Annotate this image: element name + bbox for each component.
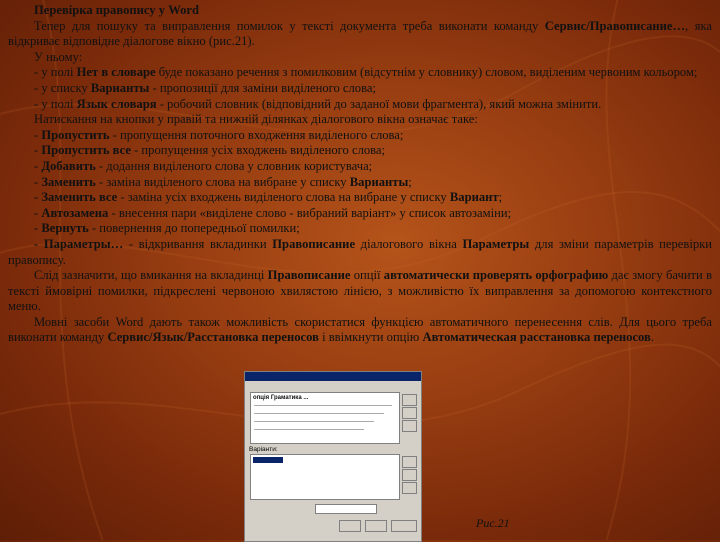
field-text: опція Граматика ... <box>253 395 309 401</box>
ignore-all-button[interactable] <box>402 407 417 419</box>
selected-variant <box>253 457 283 463</box>
variants-list[interactable] <box>250 454 400 500</box>
list-item: - Вернуть - повернення до попередньої по… <box>34 221 300 236</box>
paragraph-1: Тепер для пошуку та виправлення помилок … <box>8 18 713 49</box>
spelling-dialog-screenshot: опція Граматика ... Варіанти: <box>244 371 422 542</box>
cancel-button[interactable] <box>391 520 417 532</box>
dialog-title-bar <box>245 372 421 381</box>
list-item: - Заменить - заміна виділеного слова на … <box>34 174 412 189</box>
list-item: - у полі Нет в словаре буде показано реч… <box>34 65 698 80</box>
document-text: Перевірка правопису у Word Тепер для пош… <box>8 3 712 346</box>
variants-label: Варіанти: <box>249 446 278 453</box>
list-item: - Пропустить все - пропущення усіх входж… <box>34 143 386 158</box>
list-item: - Параметры… - відкривання вкладинки Пра… <box>8 236 713 267</box>
list-item: - Заменить все - заміна усіх входжень ви… <box>34 190 503 205</box>
add-button[interactable] <box>402 420 417 432</box>
paragraph-5: Мовні засоби Word дають також можливість… <box>8 314 712 345</box>
not-in-dictionary-field: опція Граматика ... <box>250 392 400 444</box>
list-item: - Пропустить - пропущення поточного вход… <box>34 127 404 142</box>
change-all-button[interactable] <box>402 469 417 481</box>
options-button[interactable] <box>339 520 361 532</box>
autocorrect-button[interactable] <box>402 482 417 494</box>
dictionary-language-select[interactable] <box>315 504 377 514</box>
list-item: - у полі Язык словаря - робочий словник … <box>34 96 602 111</box>
ignore-button[interactable] <box>402 394 417 406</box>
paragraph-3: Натискання на кнопки у правій та нижній … <box>34 112 478 127</box>
doc-title: Перевірка правопису у Word <box>34 3 199 17</box>
figure-caption: Рис.21 <box>476 516 510 530</box>
undo-button[interactable] <box>365 520 387 532</box>
change-button[interactable] <box>402 456 417 468</box>
list-item: - у списку Варианты - пропозиції для зам… <box>34 80 376 95</box>
list-item: - Добавить - додання виділеного слова у … <box>34 158 373 173</box>
paragraph-2: У ньому: <box>34 49 83 64</box>
paragraph-4: Слід зазначити, що вмикання на вкладинці… <box>8 268 713 314</box>
list-item: - Автозамена - внесення пари «виділене с… <box>34 205 512 220</box>
